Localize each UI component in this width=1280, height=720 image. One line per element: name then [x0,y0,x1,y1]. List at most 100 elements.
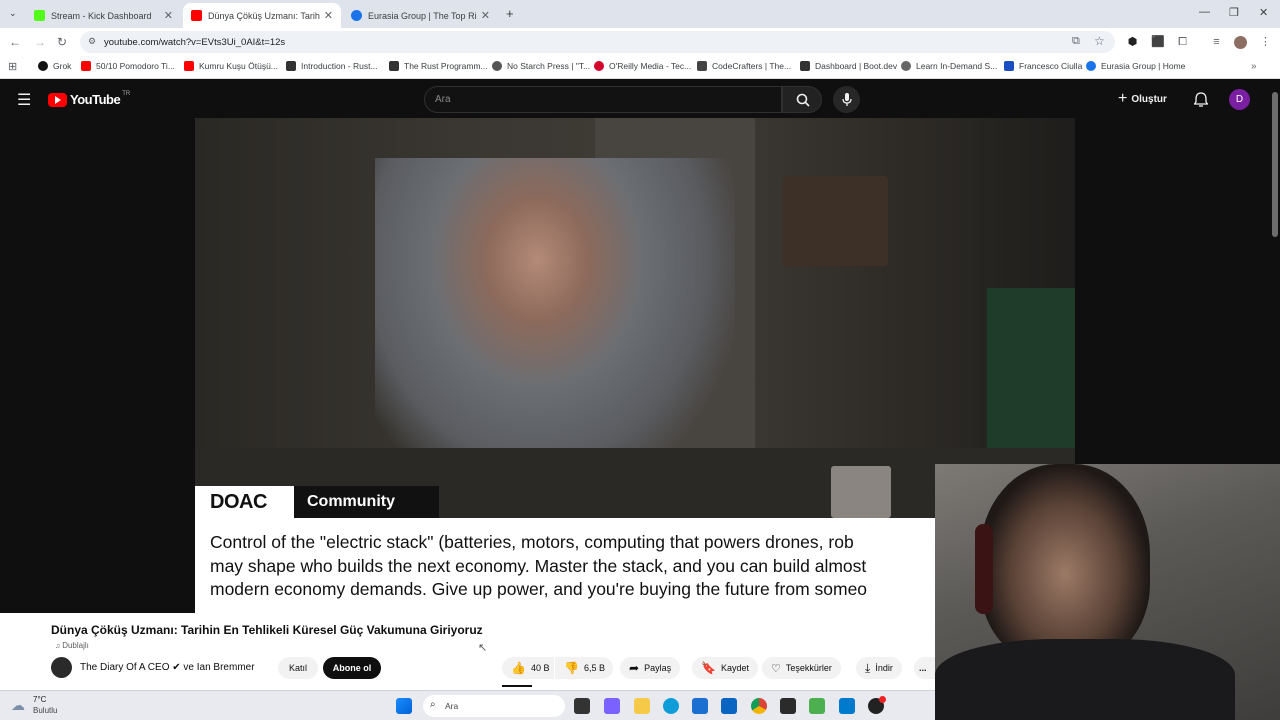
join-button[interactable]: Katıl [278,657,318,679]
close-icon[interactable]: ✕ [164,9,173,22]
bookmark-item[interactable]: Introduction - Rust... [286,61,378,71]
store-icon[interactable] [692,698,708,714]
tab-title: Eurasia Group | The Top Risks o... [368,10,477,21]
close-icon[interactable]: ✕ [481,9,490,22]
like-count: 40 B [530,663,550,673]
site-info-icon[interactable]: ⚙ [88,36,96,47]
share-button[interactable]: ➦ Paylaş [620,657,681,679]
bookmark-item[interactable]: O'Reilly Media - Tec... [594,61,691,71]
bookmark-item[interactable]: 50/10 Pomodoro Ti... [81,61,175,71]
extension-icon[interactable]: ⬢ [1126,36,1139,49]
bookmark-item[interactable]: CodeCrafters | The... [697,61,791,71]
youtube-logo[interactable]: YouTube TR [48,90,131,107]
forward-icon[interactable]: → [34,35,46,49]
stacked-app-icon[interactable] [809,698,825,714]
back-icon[interactable]: ← [9,35,21,49]
file-explorer-icon[interactable] [634,698,650,714]
create-button[interactable]: + Oluştur [1118,90,1167,108]
chrome-icon[interactable] [751,698,767,714]
tab-search-icon[interactable]: ≡ [1210,36,1223,49]
download-button[interactable]: ⤓ İndir [856,657,902,679]
save-label: Kaydet [720,663,749,673]
reload-icon[interactable]: ↻ [57,35,67,49]
tab-search-icon[interactable]: ⌄ [9,8,17,19]
bookmark-item[interactable]: The Rust Programm... [389,61,488,71]
grok-icon [38,61,48,71]
like-button[interactable]: 👍 40 B [502,657,554,679]
share-arrow-icon: ➦ [629,661,640,675]
vscode-icon[interactable] [839,698,855,714]
more-bookmarks-icon[interactable]: » [1251,61,1257,72]
account-avatar[interactable]: D [1229,89,1250,110]
widgets-icon[interactable] [604,698,620,714]
search-icon: ⌕ [430,699,436,710]
create-label: Oluştur [1131,93,1167,105]
dislike-button[interactable]: 👎 6,5 B [555,657,613,679]
edge-icon[interactable] [663,698,679,714]
bookmark-item[interactable]: Dashboard | Boot.dev [800,61,897,71]
bookmark-label: The Rust Programm... [404,61,488,71]
taskbar-search[interactable]: ⌕ Ara [423,695,565,717]
temperature: 7°C [33,695,47,704]
bookmark-item[interactable]: No Starch Press | "T... [492,61,590,71]
channel-name[interactable]: The Diary Of A CEO ✔ ve Ian Bremmer [80,662,255,673]
webcam-person-body [935,639,1235,720]
window-close-icon[interactable]: ✕ [1259,6,1268,19]
menu-kebab-icon[interactable]: ⋮ [1259,36,1272,49]
voice-search-button[interactable] [833,86,860,113]
region-code: TR [122,90,131,97]
close-icon[interactable]: ✕ [324,9,333,22]
install-app-icon[interactable]: ⧉ [1072,35,1080,48]
bookmark-item[interactable]: Kumru Kuşu Ötüşü... [184,61,278,71]
search-button[interactable] [782,86,822,113]
tab-eurasia[interactable]: Eurasia Group | The Top Risks o... ✕ [343,3,498,28]
share-label: Paylaş [644,663,672,673]
youtube-icon [184,61,194,71]
kick-favicon-icon [34,10,45,21]
wall-lamp [783,176,888,266]
maximize-icon[interactable]: ❐ [1229,6,1239,19]
bookmark-label: Learn In-Demand S... [916,61,998,71]
extension-red-icon[interactable]: ⬛ [1151,36,1165,49]
hamburger-menu-icon[interactable]: ☰ [17,90,31,110]
scrollbar-thumb[interactable] [1272,92,1278,237]
doac-brand: DOAC [195,486,294,518]
search-input[interactable]: Ara [424,86,782,113]
eurasia-favicon-icon [351,10,362,21]
more-actions-button[interactable]: ... [914,657,935,679]
headset-icon [975,524,993,614]
outlook-icon[interactable] [721,698,737,714]
bookmark-item[interactable]: Francesco Ciulla [1004,61,1082,71]
plus-icon: + [1118,90,1128,107]
browser-toolbar: ← → ↻ ⚙ youtube.com/watch?v=EVts3Ui_0AI&… [0,28,1280,56]
thumbs-up-icon: 👍 [511,661,526,675]
book-icon [389,61,399,71]
tab-kick[interactable]: Stream - Kick Dashboard ✕ [26,3,181,28]
profile-avatar-icon[interactable] [1234,36,1247,49]
apps-grid-icon[interactable]: ⊞ [8,60,17,73]
save-button[interactable]: 🔖 Kaydet [692,657,758,679]
extensions-puzzle-icon[interactable]: ⧠ [1176,36,1189,49]
side-area [1075,118,1270,464]
bookmark-item[interactable]: Eurasia Group | Home [1086,61,1185,71]
minimize-icon[interactable]: — [1199,6,1210,18]
youtube-icon [81,61,91,71]
windows-start-icon[interactable] [396,698,412,714]
bookmark-item[interactable]: Grok [38,61,71,71]
oreilly-icon [594,61,604,71]
channel-avatar[interactable] [51,657,72,678]
address-bar[interactable]: ⚙ youtube.com/watch?v=EVts3Ui_0AI&t=12s … [80,31,1115,53]
notifications-bell-icon[interactable] [1194,92,1208,107]
bookmark-star-icon[interactable]: ☆ [1094,34,1105,48]
download-label: İndir [875,663,893,673]
thanks-button[interactable]: ♡ Teşekkürler [762,657,841,679]
task-view-icon[interactable] [574,698,590,714]
bookmark-item[interactable]: Learn In-Demand S... [901,61,997,71]
new-tab-icon[interactable]: + [506,6,514,21]
search-icon [796,93,810,107]
community-notes-text: Control of the "electric stack" (batteri… [195,518,935,613]
tab-youtube[interactable]: Dünya Çöküş Uzmanı: Tarihin En... ✕ [183,3,341,28]
terminal-icon[interactable] [780,698,796,714]
subscribe-button[interactable]: Abone ol [323,657,381,679]
youtube-header: ☰ YouTube TR Ara + Oluştur D [0,80,1280,118]
